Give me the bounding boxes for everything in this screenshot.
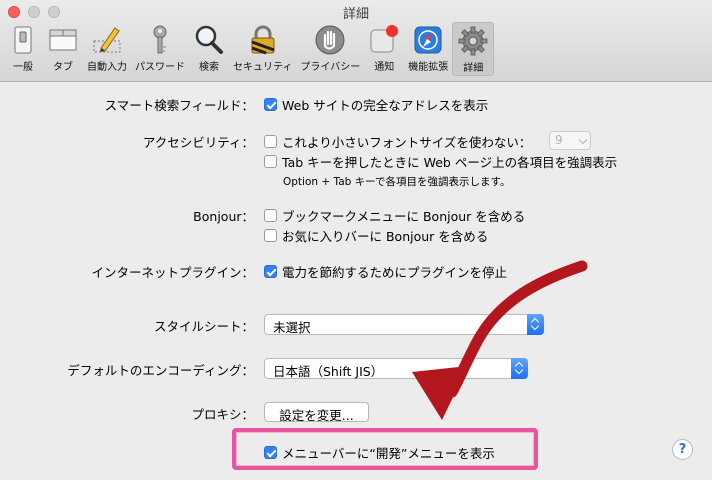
bonjour-favorites-text: お気に入りバーに Bonjour を含める (282, 229, 489, 244)
tab-notifications[interactable]: 通知 (364, 22, 404, 76)
tab-notifications-label: 通知 (374, 62, 395, 73)
tab-general-label: 一般 (13, 62, 33, 73)
stop-plugins-text: 電力を節約するためにプラグインを停止 (282, 265, 508, 280)
extensions-puzzle-icon (414, 26, 442, 54)
show-full-address-text: Web サイトの完全なアドレスを表示 (282, 98, 489, 113)
popup-stepper-icon (527, 314, 544, 335)
min-font-size-value: 9 (555, 133, 563, 147)
stop-plugins-checkbox[interactable] (264, 265, 277, 278)
tab-highlight-note: Option + Tab キーで各項目を強調表示します。 (283, 176, 511, 188)
stylesheet-popup[interactable]: 未選択 (264, 314, 544, 335)
plugins-label: インターネットプラグイン： (91, 265, 254, 280)
tab-advanced[interactable]: 詳細 (452, 22, 495, 76)
smart-search-option[interactable]: Web サイトの完全なアドレスを表示 (264, 95, 488, 114)
hand-icon (315, 25, 345, 55)
tab-advanced-label: 詳細 (463, 63, 484, 74)
bonjour-bookmarks-text: ブックマークメニューに Bonjour を含める (282, 209, 526, 224)
tab-security[interactable]: セキュリティ (229, 22, 296, 76)
stylesheet-label: スタイルシート： (153, 319, 254, 334)
encoding-popup[interactable]: 日本語（Shift JIS） (264, 358, 528, 379)
encoding-label: デフォルトのエンコーディング： (67, 363, 254, 378)
stylesheet-value: 未選択 (273, 320, 311, 335)
autofill-pencil-icon (93, 27, 121, 53)
bonjour-favorites-checkbox[interactable] (264, 229, 277, 242)
magnifier-icon (195, 25, 223, 54)
tab-security-label: セキュリティ (233, 62, 293, 73)
tab-passwords[interactable]: パスワード (131, 22, 189, 76)
tabs-icon (49, 29, 77, 51)
tab-highlight-checkbox[interactable] (264, 155, 277, 168)
stop-plugins-option[interactable]: 電力を節約するためにプラグインを停止 (264, 262, 507, 281)
bonjour-bookmarks-option[interactable]: ブックマークメニューに Bonjour を含める (264, 206, 525, 225)
min-font-size-select[interactable]: 9 (549, 131, 591, 150)
tab-extensions-label: 機能拡張 (408, 62, 449, 73)
tab-passwords-label: パスワード (135, 62, 185, 73)
change-proxy-settings-button[interactable]: 設定を変更... (264, 402, 369, 423)
min-font-size-checkbox[interactable] (264, 135, 277, 148)
notification-badge-icon (370, 25, 399, 53)
proxy-label: プロキシ： (191, 407, 254, 422)
tab-extensions[interactable]: 機能拡張 (404, 22, 452, 76)
bonjour-label: Bonjour： (193, 209, 254, 224)
popup-stepper-icon (511, 358, 528, 379)
min-font-size-option[interactable]: これより小さいフォントサイズを使わない： (264, 132, 531, 151)
tab-tabs[interactable]: タブ (43, 22, 83, 76)
encoding-value: 日本語（Shift JIS） (273, 364, 384, 379)
key-icon (153, 25, 167, 54)
bonjour-favorites-option[interactable]: お気に入りバーに Bonjour を含める (264, 226, 488, 245)
show-full-address-checkbox[interactable] (264, 98, 277, 111)
tab-highlight-option[interactable]: Tab キーを押したときに Web ページ上の各項目を強調表示 (264, 152, 617, 171)
tab-search-label: 検索 (199, 62, 219, 73)
annotation-highlight-box (232, 428, 538, 470)
accessibility-label: アクセシビリティ： (142, 135, 254, 150)
title-bar: 詳細 一般 タブ 自動入力 パスワード 検索 セキュリティ プライバシー 通知 … (0, 0, 712, 82)
min-font-size-text: これより小さいフォントサイズを使わない： (282, 135, 532, 150)
smart-search-label: スマート検索フィールド： (104, 98, 254, 113)
tab-tabs-label: タブ (53, 62, 73, 73)
general-switch-icon (14, 26, 32, 54)
tab-privacy[interactable]: プライバシー (296, 22, 364, 76)
tab-general[interactable]: 一般 (3, 22, 43, 76)
padlock-icon (251, 25, 275, 55)
gear-icon (458, 26, 488, 56)
help-button[interactable]: ? (672, 439, 693, 460)
bonjour-bookmarks-checkbox[interactable] (264, 209, 277, 222)
tab-search[interactable]: 検索 (189, 22, 229, 76)
chevron-down-icon (578, 135, 588, 145)
window-title: 詳細 (342, 7, 369, 22)
preferences-toolbar: 一般 タブ 自動入力 パスワード 検索 セキュリティ プライバシー 通知 機能拡… (3, 22, 495, 80)
tab-autofill[interactable]: 自動入力 (83, 22, 131, 76)
tab-highlight-text: Tab キーを押したときに Web ページ上の各項目を強調表示 (282, 155, 618, 170)
tab-privacy-label: プライバシー (300, 62, 361, 73)
tab-autofill-label: 自動入力 (87, 62, 127, 73)
